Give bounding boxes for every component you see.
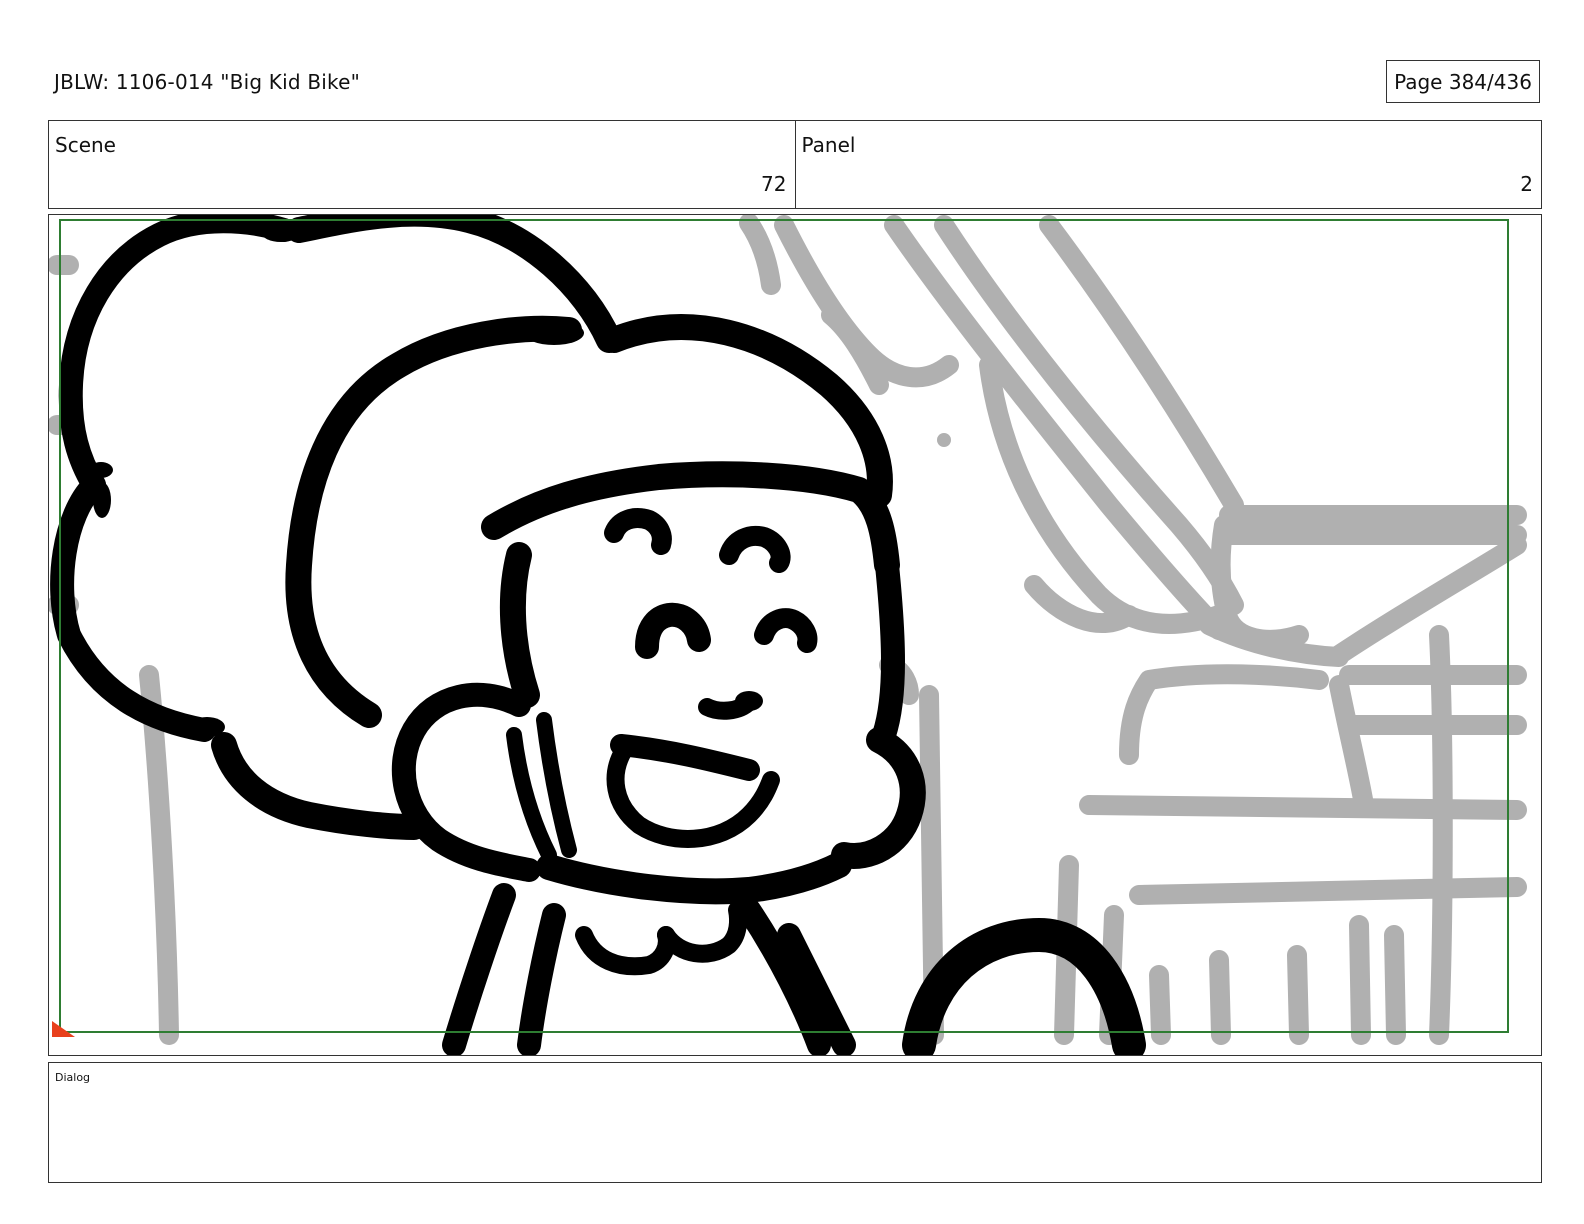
panel-number: 2 [1520,172,1533,196]
panel-cell: Panel 2 [794,121,1542,208]
scene-number: 72 [761,172,787,196]
scene-panel-info: Scene 72 Panel 2 [48,120,1542,209]
storyboard-panel [48,214,1542,1056]
corner-marker-icon [52,1021,75,1037]
page-indicator: Page 384/436 [1386,60,1540,103]
scene-cell: Scene 72 [49,121,795,208]
background-dot [937,433,951,447]
panel-label: Panel [801,133,856,157]
dialog-label: Dialog [55,1071,91,1084]
dialog-box: Dialog [48,1062,1542,1183]
scene-label: Scene [55,133,116,157]
panel-drawing [49,215,1527,1055]
document-title: JBLW: 1106-014 "Big Kid Bike" [54,70,360,94]
